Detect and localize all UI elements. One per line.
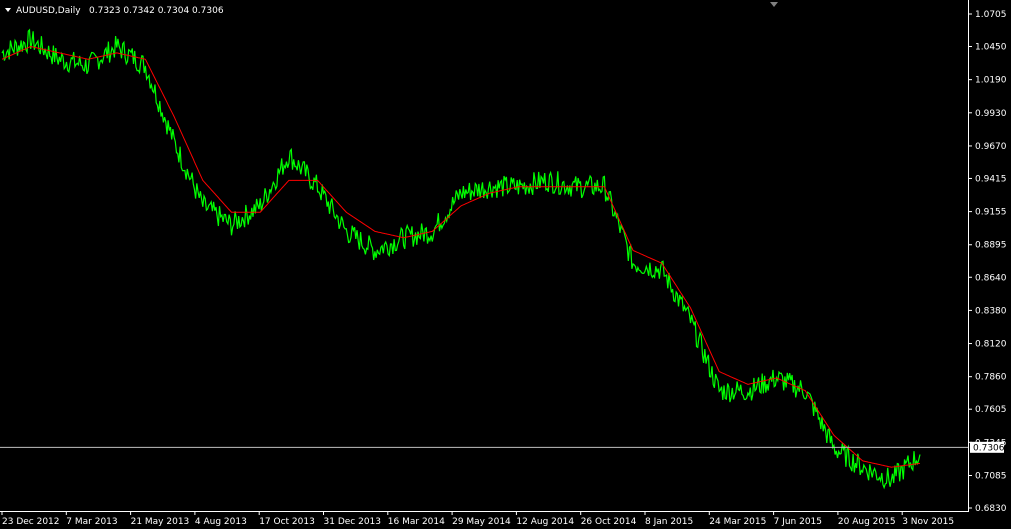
chart-background xyxy=(0,0,1011,529)
y-tick-label: 0.6830 xyxy=(975,504,1007,514)
y-tick-label: 0.8640 xyxy=(975,273,1007,283)
current-price-box: 0.7306 xyxy=(970,441,1005,453)
y-tick-label: 0.8380 xyxy=(975,306,1007,316)
x-tick-label: 3 Nov 2015 xyxy=(902,517,954,527)
y-tick-label: 0.9415 xyxy=(975,174,1007,184)
y-tick-label: 0.9155 xyxy=(975,208,1007,218)
y-tick-label: 0.8120 xyxy=(975,340,1007,350)
y-tick-label: 1.0190 xyxy=(975,76,1007,86)
y-tick-label: 1.0705 xyxy=(975,10,1007,20)
x-tick-label: 4 Aug 2013 xyxy=(195,517,247,527)
x-tick-label: 17 Oct 2013 xyxy=(259,517,315,527)
y-tick-label: 0.7085 xyxy=(975,471,1007,481)
x-tick-label: 29 May 2014 xyxy=(452,517,511,527)
y-tick-label: 0.7605 xyxy=(975,405,1007,415)
y-tick-label: 0.9670 xyxy=(975,142,1007,152)
x-tick-label: 16 Mar 2014 xyxy=(388,517,445,527)
y-tick-label: 0.9930 xyxy=(975,109,1007,119)
symbol-label: AUDUSD,Daily xyxy=(16,6,81,16)
y-tick-label: 1.0450 xyxy=(975,43,1007,53)
y-tick-label: 0.8895 xyxy=(975,241,1007,251)
ohlc-label: 0.7323 0.7342 0.7304 0.7306 xyxy=(89,6,224,16)
current-price-label: 0.7306 xyxy=(973,443,1005,453)
x-tick-label: 7 Jun 2015 xyxy=(774,517,822,527)
price-chart[interactable]: 1.0705 1.0450 1.0190 0.9930 0.9670 0.9415 0.91… xyxy=(0,0,1011,529)
y-tick-label: 0.7860 xyxy=(975,373,1007,383)
x-tick-label: 26 Oct 2014 xyxy=(581,517,637,527)
x-tick-label: 23 Dec 2012 xyxy=(2,517,60,527)
x-tick-label: 20 Aug 2015 xyxy=(838,517,896,527)
x-tick-label: 8 Jan 2015 xyxy=(645,517,693,527)
x-tick-label: 12 Aug 2014 xyxy=(516,517,574,527)
x-tick-label: 24 Mar 2015 xyxy=(709,517,766,527)
x-tick-label: 31 Dec 2013 xyxy=(324,517,382,527)
x-tick-label: 7 Mar 2013 xyxy=(66,517,117,527)
x-tick-label: 21 May 2013 xyxy=(131,517,190,527)
